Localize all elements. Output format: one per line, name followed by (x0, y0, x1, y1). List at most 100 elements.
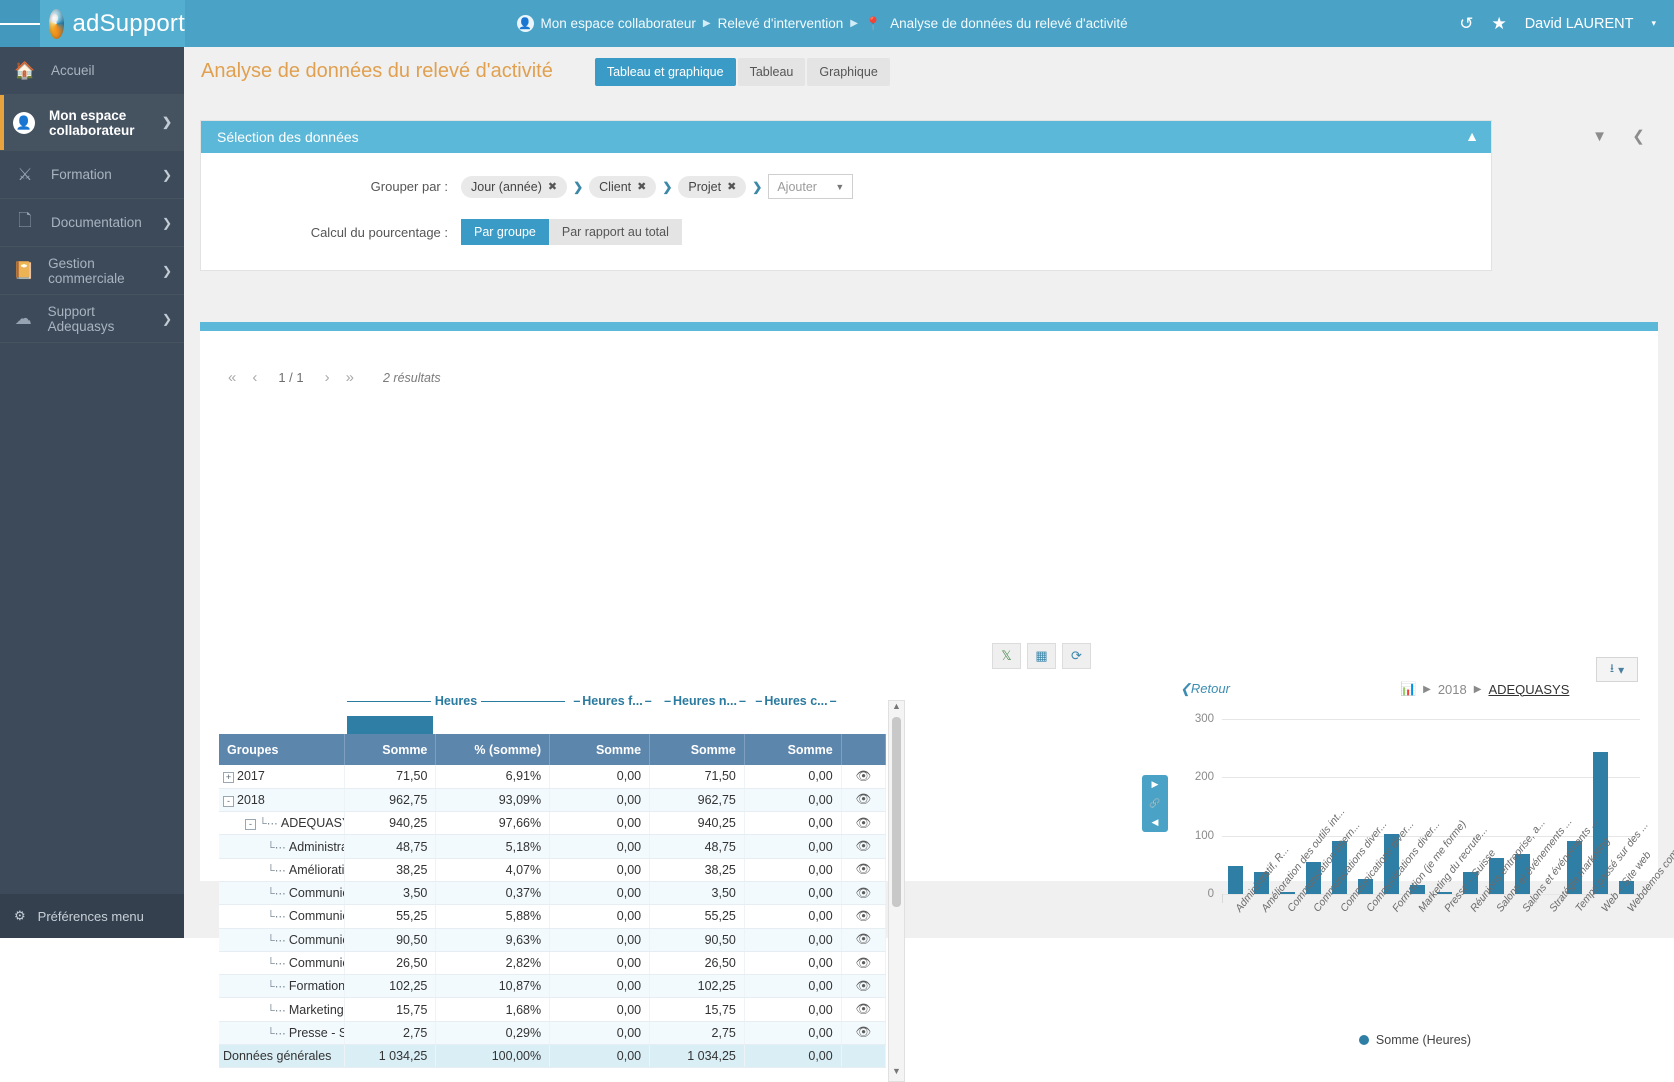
row-label[interactable]: └⋯ Communic (219, 951, 345, 976)
pager-next[interactable]: › (320, 369, 335, 386)
close-icon[interactable]: ✖ (727, 180, 736, 193)
sidebar-item-mon-espace-collaborateur[interactable]: 👤 Mon espace collaborateur ❯ (0, 95, 184, 151)
table-row[interactable]: └⋯ Communic 3,50 0,37% 0,00 3,50 0,00 👁 (219, 881, 887, 906)
row-label[interactable]: └⋯ Communic (219, 928, 345, 952)
tab-tableau[interactable]: Tableau (737, 57, 806, 86)
table-row[interactable]: └⋯ Améliorati 38,25 4,07% 0,00 38,25 0,00 👁 (219, 858, 887, 882)
scroll-down-icon[interactable]: ▼ (889, 1066, 904, 1081)
row-label[interactable]: └⋯ Marketing (219, 997, 345, 1022)
row-label[interactable]: └⋯ Communic (219, 881, 345, 906)
sidebar-item-gestion-commerciale[interactable]: 📔 Gestion commerciale ❯ (0, 247, 184, 295)
row-view-icon[interactable]: 👁 (841, 904, 887, 929)
chart-bar-cell[interactable] (1222, 719, 1248, 894)
chip-client[interactable]: Client ✖ (589, 175, 657, 198)
chip-jour-annee[interactable]: Jour (année) ✖ (461, 175, 568, 198)
col-pct-somme[interactable]: % (somme) (435, 734, 551, 765)
chart-bar[interactable] (1227, 865, 1243, 894)
star-icon[interactable]: ★ (1491, 14, 1506, 34)
row-view-icon[interactable]: 👁 (841, 858, 887, 882)
table-header-row: Groupes Somme % (somme) Somme Somme Somm… (219, 734, 887, 765)
pager-first[interactable]: « (223, 369, 241, 386)
filter-icon[interactable]: ▼ (1580, 120, 1619, 152)
pager-last[interactable]: » (341, 369, 359, 386)
chip-projet[interactable]: Projet ✖ (678, 175, 747, 198)
row-somme-3: 940,25 (649, 811, 745, 836)
tree-line: └⋯ (267, 864, 289, 877)
collapse-left-icon[interactable]: ◀ (1152, 817, 1159, 828)
table-row[interactable]: +2017 71,50 6,91% 0,00 71,50 0,00 👁 (219, 765, 887, 789)
percent-option-par-rapport-au-total[interactable]: Par rapport au total (548, 219, 682, 245)
percent-option-par-groupe[interactable]: Par groupe (461, 219, 549, 245)
row-toggle-icon[interactable]: - (245, 819, 256, 831)
breadcrumb-item-2[interactable]: Analyse de données du relevé d'activité (890, 16, 1127, 31)
row-view-icon[interactable]: 👁 (841, 997, 887, 1022)
col-somme-4[interactable]: Somme (744, 734, 842, 765)
table-row[interactable]: └⋯ Presse - S 2,75 0,29% 0,00 2,75 0,00 👁 (219, 1021, 887, 1046)
row-label[interactable]: +2017 (219, 765, 345, 789)
hamburger-icon[interactable] (0, 0, 40, 47)
row-label[interactable]: -2018 (219, 788, 345, 813)
row-view-icon[interactable]: 👁 (841, 788, 887, 813)
refresh-icon[interactable]: ⟳ (1062, 643, 1091, 669)
col-somme-2[interactable]: Somme (549, 734, 651, 765)
scrollbar-thumb[interactable] (892, 717, 901, 907)
add-group-select[interactable]: Ajouter ▼ (768, 174, 854, 199)
scroll-up-icon[interactable]: ▲ (889, 701, 904, 716)
col-groupes[interactable]: Groupes (219, 734, 345, 765)
table-row[interactable]: -2018 962,75 93,09% 0,00 962,75 0,00 👁 (219, 788, 887, 813)
row-toggle-icon[interactable]: + (223, 772, 234, 784)
pager-prev[interactable]: ‹ (247, 369, 262, 386)
row-view-icon[interactable]: 👁 (841, 765, 887, 789)
row-view-icon[interactable]: 👁 (841, 811, 887, 836)
close-icon[interactable]: ✖ (637, 180, 646, 193)
history-icon[interactable]: ↺ (1459, 14, 1473, 34)
row-view-icon[interactable]: 👁 (841, 881, 887, 906)
row-view-icon[interactable]: 👁 (841, 974, 887, 999)
sidebar-item-formation[interactable]: ⚔ Formation ❯ (0, 151, 184, 199)
row-view-icon[interactable]: 👁 (841, 951, 887, 976)
columns-icon[interactable]: ▦ (1027, 643, 1056, 669)
row-view-icon[interactable]: 👁 (841, 928, 887, 952)
table-row[interactable]: -└⋯ ADEQUASYS940,2597,66%0,00940,250,00👁 (219, 811, 887, 836)
table-row[interactable]: └⋯ Communic 55,25 5,88% 0,00 55,25 0,00 👁 (219, 904, 887, 929)
tab-graphique[interactable]: Graphique (807, 57, 890, 86)
chart-crumb-year[interactable]: 2018 (1438, 682, 1467, 697)
sidebar-preferences[interactable]: ⚙ Préférences menu (0, 894, 184, 938)
row-label[interactable]: └⋯ Presse - S (219, 1021, 345, 1046)
row-label[interactable]: └⋯ Communic (219, 904, 345, 929)
chevron-up-icon[interactable]: ▲ (1465, 128, 1479, 144)
row-label[interactable]: -└⋯ ADEQUASYS (219, 811, 345, 836)
tab-tableau-et-graphique[interactable]: Tableau et graphique (594, 57, 736, 86)
table-row[interactable]: └⋯ Communic 90,50 9,63% 0,00 90,50 0,00 👁 (219, 928, 887, 952)
sidebar-item-documentation[interactable]: 🗋 Documentation ❯ (0, 199, 184, 247)
row-label[interactable]: └⋯ Améliorati (219, 858, 345, 882)
table-row[interactable]: └⋯ Communic 26,50 2,82% 0,00 26,50 0,00 👁 (219, 951, 887, 976)
close-icon[interactable]: ✖ (548, 180, 557, 193)
row-toggle-icon[interactable]: - (223, 795, 234, 807)
table-scrollbar[interactable]: ▲ ▼ (888, 700, 905, 1082)
breadcrumb-item-0[interactable]: Mon espace collaborateur (541, 16, 696, 31)
breadcrumb-item-1[interactable]: Relevé d'intervention (718, 16, 844, 31)
chart-crumb-client[interactable]: ADEQUASYS (1488, 682, 1569, 697)
row-view-icon[interactable]: 👁 (841, 834, 887, 859)
col-somme-1[interactable]: Somme (344, 734, 437, 765)
download-button[interactable]: ⭳ ▾ (1596, 657, 1638, 682)
export-excel-icon[interactable]: 𝕏 (992, 643, 1021, 669)
expand-right-icon[interactable]: ▶ (1152, 779, 1159, 790)
sidebar-item-support-adequasys[interactable]: ☁ Support Adequasys ❯ (0, 295, 184, 343)
col-somme-3[interactable]: Somme (649, 734, 745, 765)
collapse-panel-icon[interactable]: ❮ (1619, 120, 1658, 152)
table-row[interactable]: └⋯ Formation 102,25 10,87% 0,00 102,25 0,00 👁 (219, 974, 887, 999)
col-actions (841, 734, 887, 765)
table-row[interactable]: └⋯ Marketing 15,75 1,68% 0,00 15,75 0,00 👁 (219, 997, 887, 1022)
sidebar-item-accueil[interactable]: 🏠 Accueil (0, 47, 184, 95)
user-name[interactable]: David LAURENT (1525, 16, 1634, 32)
back-button[interactable]: ❮Retour (1180, 681, 1230, 697)
row-label[interactable]: └⋯ Formation (219, 974, 345, 999)
table-row[interactable]: └⋯ Administra 48,75 5,18% 0,00 48,75 0,00 👁 (219, 834, 887, 859)
row-view-icon[interactable]: 👁 (841, 1021, 887, 1046)
panel-splitter-controls[interactable]: ▶ 🔗 ◀ (1142, 775, 1168, 832)
chevron-down-icon[interactable]: ▾ (1651, 18, 1656, 29)
row-label[interactable]: └⋯ Administra (219, 834, 345, 859)
link-icon[interactable]: 🔗 (1149, 798, 1160, 809)
